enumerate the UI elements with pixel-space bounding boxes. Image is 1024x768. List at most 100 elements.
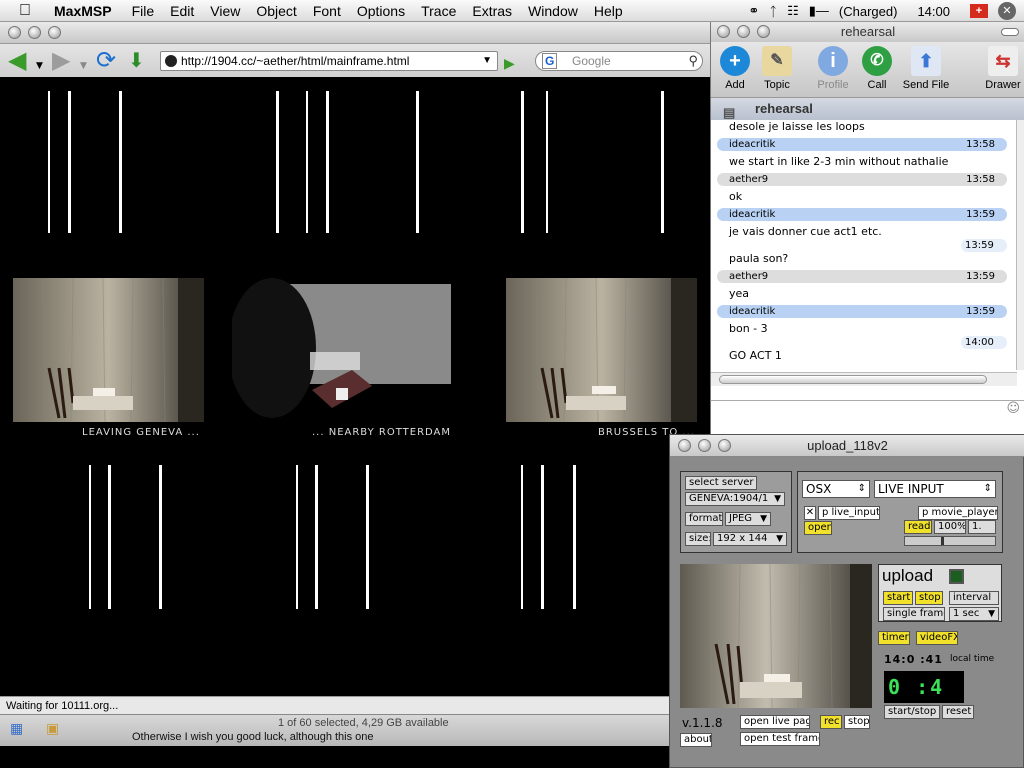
chat-minimize-button[interactable]: [737, 25, 750, 38]
back-dropdown-icon[interactable]: ▼: [36, 54, 43, 78]
upload-stop-button[interactable]: stop: [915, 591, 943, 605]
stripe: [661, 91, 664, 233]
search-placeholder: Google: [572, 54, 611, 68]
send-file-button[interactable]: ⬆ Send File: [899, 46, 953, 91]
scroll-thumb[interactable]: [719, 375, 987, 384]
wifi-icon[interactable]: ☷: [787, 3, 799, 19]
p-live-input-object[interactable]: p live_input: [818, 506, 880, 520]
max-zoom-button[interactable]: [718, 439, 731, 452]
start-stop-button[interactable]: start/stop: [884, 705, 940, 719]
os-menu[interactable]: OSX ⇕: [802, 480, 870, 498]
url-field[interactable]: http://1904.cc/~aether/html/mainframe.ht…: [160, 51, 498, 71]
input-flag-icon[interactable]: +: [970, 4, 988, 18]
battery-status[interactable]: (Charged): [839, 4, 898, 19]
reset-button[interactable]: reset: [942, 705, 974, 719]
percent-number[interactable]: 100%: [934, 520, 966, 534]
videofx-button[interactable]: videoFX: [916, 631, 958, 645]
battery-icon[interactable]: ▮—: [809, 3, 829, 19]
menu-app-name[interactable]: MaxMSP: [36, 3, 124, 19]
rate-number[interactable]: 1.: [968, 520, 996, 534]
p-movie-player-object[interactable]: p movie_player: [918, 506, 998, 520]
url-dropdown-icon[interactable]: ▼: [482, 52, 492, 70]
chat-close-button[interactable]: [717, 25, 730, 38]
max-close-button[interactable]: [678, 439, 691, 452]
open-live-page-button[interactable]: open live page: [740, 715, 810, 729]
finder-icon[interactable]: ▦: [10, 720, 23, 737]
rec-stop-button[interactable]: stop: [844, 715, 870, 729]
single-frame-button[interactable]: single frame: [883, 607, 945, 621]
upload-start-button[interactable]: start: [883, 591, 913, 605]
about-button[interactable]: about: [680, 733, 712, 747]
chat-zoom-button[interactable]: [757, 25, 770, 38]
bluetooth-icon[interactable]: ᛏ: [769, 4, 777, 19]
read-button[interactable]: read: [904, 520, 932, 534]
add-button[interactable]: + Add: [717, 46, 753, 91]
minimize-button[interactable]: [28, 26, 41, 39]
caption-rotterdam[interactable]: ... NEARBY ROTTERDAM: [312, 427, 451, 438]
folder-icon[interactable]: ▣: [46, 720, 59, 737]
stripe: [306, 91, 308, 233]
search-icon[interactable]: ⚲: [688, 52, 698, 70]
menu-view[interactable]: View: [202, 3, 248, 19]
menu-help[interactable]: Help: [586, 3, 631, 19]
live-input-toggle[interactable]: ✕: [804, 506, 816, 520]
topic-button[interactable]: ✎ Topic: [759, 46, 795, 91]
zoom-button[interactable]: [48, 26, 61, 39]
max-titlebar: upload_118v2: [670, 435, 1024, 457]
menubar-clock[interactable]: 14:00: [907, 4, 960, 19]
search-engine-icon[interactable]: G: [542, 53, 558, 69]
size-menu[interactable]: 192 x 144 ▼: [713, 532, 787, 546]
menu-extras[interactable]: Extras: [464, 3, 520, 19]
apple-icon[interactable]: : [14, 2, 36, 20]
drawer-button[interactable]: ⇆ Drawer: [981, 46, 1024, 91]
chat-vertical-scrollbar[interactable]: [1016, 120, 1024, 370]
message-list[interactable]: desole je laisse les loops ideacritik 13…: [711, 120, 1017, 370]
format-menu[interactable]: JPEG ▼: [725, 512, 771, 526]
call-button[interactable]: ✆ Call: [859, 46, 895, 91]
search-input[interactable]: G Google ⚲: [535, 51, 703, 71]
slider-knob[interactable]: [941, 537, 944, 545]
menu-options[interactable]: Options: [349, 3, 413, 19]
forward-icon[interactable]: ▶: [52, 48, 70, 72]
stripe: [546, 91, 548, 233]
camera-thumb-geneva[interactable]: [13, 278, 204, 422]
max-minimize-button[interactable]: [698, 439, 711, 452]
max-window-title: upload_118v2: [807, 438, 888, 453]
emoticon-icon[interactable]: ☺: [1006, 401, 1020, 416]
profile-button[interactable]: i Profile: [813, 46, 853, 91]
message-header: aether9 13:58: [717, 173, 1007, 186]
forward-dropdown-icon[interactable]: ▼: [80, 54, 87, 78]
stripe: [159, 465, 162, 609]
menu-trace[interactable]: Trace: [413, 3, 464, 19]
select-server-button[interactable]: select server: [685, 476, 757, 490]
position-slider[interactable]: [904, 536, 996, 546]
go-icon[interactable]: ▶: [504, 52, 515, 76]
download-icon[interactable]: ⬇: [128, 48, 145, 72]
input-menu[interactable]: LIVE INPUT ⇕: [874, 480, 996, 498]
add-icon: +: [720, 46, 750, 76]
stripe: [276, 91, 279, 233]
interval-menu[interactable]: 1 sec ▼: [949, 607, 999, 621]
camera-thumb-rotterdam[interactable]: [232, 278, 451, 423]
spotlight-icon[interactable]: ✕: [998, 2, 1016, 20]
menu-font[interactable]: Font: [305, 3, 349, 19]
chat-horizontal-scrollbar[interactable]: [711, 372, 1017, 386]
open-test-frame-button[interactable]: open test frame: [740, 732, 820, 746]
version-label: v.1.1.8: [682, 716, 723, 730]
caption-geneva[interactable]: LEAVING GENEVA ...: [82, 427, 200, 438]
timer-button[interactable]: timer: [878, 631, 910, 645]
menu-file[interactable]: File: [124, 3, 163, 19]
menu-window[interactable]: Window: [520, 3, 586, 19]
open-button[interactable]: open: [804, 521, 832, 535]
menu-bar:  MaxMSP File Edit View Object Font Opti…: [0, 0, 1024, 22]
toolbar-toggle-button[interactable]: [1001, 28, 1019, 36]
menu-edit[interactable]: Edit: [162, 3, 202, 19]
menu-object[interactable]: Object: [248, 3, 304, 19]
headphones-icon[interactable]: ⚭: [748, 3, 759, 19]
back-icon[interactable]: ◀: [8, 48, 26, 72]
rec-button[interactable]: rec: [820, 715, 842, 729]
close-button[interactable]: [8, 26, 21, 39]
reload-icon[interactable]: ⟳: [96, 48, 116, 72]
camera-thumb-brussels[interactable]: [506, 278, 697, 422]
server-menu[interactable]: GENEVA:1904/1 ▼: [685, 492, 785, 506]
